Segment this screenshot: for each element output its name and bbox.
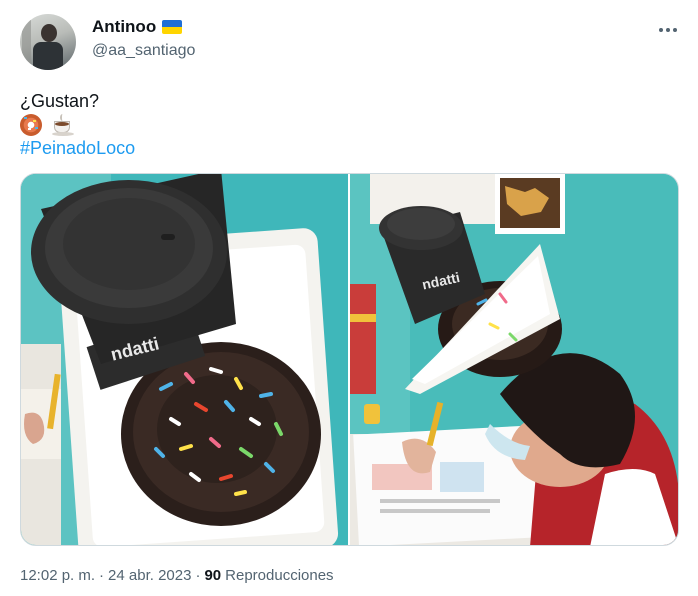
photo-left-image: ndatti	[21, 174, 348, 545]
author-handle[interactable]: @aa_santiago	[92, 42, 195, 60]
coffee-icon	[52, 114, 74, 136]
photo-right[interactable]: ndatti	[350, 174, 678, 545]
avatar-head	[41, 24, 57, 42]
avatar-background	[22, 14, 31, 70]
donut-icon	[20, 114, 42, 136]
views-label: Reproducciones	[225, 567, 334, 584]
tweet-text: ¿Gustan?	[20, 91, 100, 111]
tweet-date[interactable]: 24 abr. 2023	[108, 567, 191, 584]
more-options-icon[interactable]	[656, 18, 680, 42]
avatar-torso	[33, 42, 63, 70]
ukraine-flag-icon	[162, 20, 183, 34]
meta-separator: ·	[195, 567, 201, 584]
tweet-time[interactable]: 12:02 p. m.	[20, 567, 95, 584]
tweet-meta: 12:02 p. m. · 24 abr. 2023 · 90 Reproduc…	[20, 567, 334, 584]
emoji-row	[20, 114, 74, 136]
photo-left[interactable]: ndatti	[21, 174, 348, 545]
meta-separator: ·	[99, 567, 105, 584]
media-grid: ndatti ndatti	[20, 173, 679, 546]
photo-right-image: ndatti	[350, 174, 678, 545]
tweet-card: Antinoo @aa_santiago ¿Gustan? #PeinadoLo…	[0, 0, 698, 596]
avatar[interactable]	[20, 14, 76, 70]
author-name-row: Antinoo	[92, 17, 183, 37]
author-display-name[interactable]: Antinoo	[92, 17, 156, 37]
views-count: 90	[204, 567, 222, 584]
hashtag-link[interactable]: #PeinadoLoco	[20, 138, 135, 159]
